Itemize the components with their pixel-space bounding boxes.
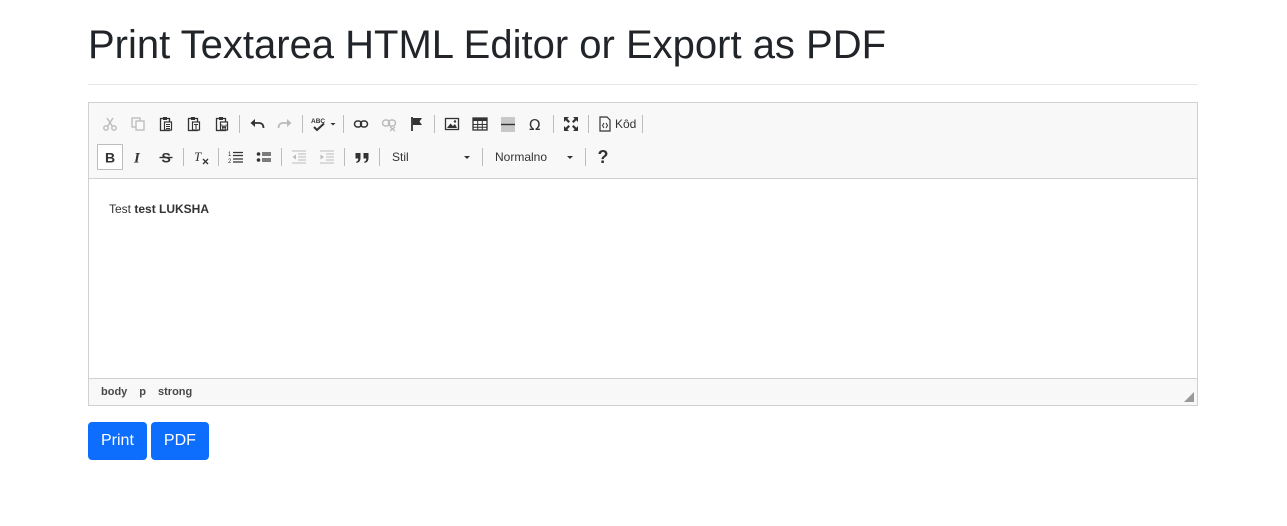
quote-icon xyxy=(355,153,369,163)
source-label: Kôd xyxy=(615,117,637,131)
italic-button[interactable]: I xyxy=(125,144,151,170)
toolbar-row-1: ABC Ω Kôd xyxy=(97,111,647,137)
paste-button[interactable] xyxy=(153,111,179,137)
indent-icon xyxy=(320,150,334,164)
toolbar-separator xyxy=(344,148,345,166)
italic-icon: I xyxy=(133,151,141,166)
path-item-strong[interactable]: strong xyxy=(158,386,192,398)
format-select[interactable]: Normalno xyxy=(487,146,579,168)
svg-text:1: 1 xyxy=(228,152,232,158)
unlink-icon xyxy=(381,119,397,132)
remove-format-button[interactable]: T xyxy=(188,144,214,170)
page: Print Textarea HTML Editor or Export as … xyxy=(88,0,1198,460)
blockquote-button[interactable] xyxy=(349,144,375,170)
toolbar-separator xyxy=(553,115,554,133)
image-icon xyxy=(444,117,460,131)
indent-button[interactable] xyxy=(314,144,340,170)
source-button[interactable]: Kôd xyxy=(593,111,640,137)
toolbar-separator xyxy=(434,115,435,133)
table-icon xyxy=(472,117,488,131)
special-char-button[interactable]: Ω xyxy=(523,111,549,137)
toolbar-separator xyxy=(585,148,586,166)
svg-text:2: 2 xyxy=(228,159,232,165)
paste-word-button[interactable] xyxy=(209,111,235,137)
html-editor: ABC Ω Kôd B I S T 1 2 Stil Normalno ? Te… xyxy=(88,102,1198,406)
toolbar-separator xyxy=(343,115,344,133)
maximize-icon xyxy=(564,117,578,131)
editor-toolbar: ABC Ω Kôd B I S T 1 2 Stil Normalno ? xyxy=(89,103,1197,179)
svg-text:I: I xyxy=(133,151,141,166)
toolbar-separator xyxy=(218,148,219,166)
toolbar-separator xyxy=(239,115,240,133)
strikethrough-icon: S xyxy=(159,150,173,165)
link-icon xyxy=(353,120,369,128)
table-button[interactable] xyxy=(467,111,493,137)
toolbar-separator xyxy=(302,115,303,133)
help-icon: ? xyxy=(597,146,609,167)
redo-icon xyxy=(277,119,292,129)
content-plain-text: Test xyxy=(109,202,135,216)
outdent-button[interactable] xyxy=(286,144,312,170)
clipboard-word-icon xyxy=(215,117,229,132)
help-button[interactable]: ? xyxy=(590,144,616,170)
spellcheck-button[interactable]: ABC xyxy=(307,111,341,137)
page-title: Print Textarea HTML Editor or Export as … xyxy=(88,0,1198,85)
chevron-down-icon xyxy=(567,155,573,159)
content-bold-text: test LUKSHA xyxy=(134,202,210,216)
chevron-down-icon xyxy=(464,155,470,159)
redo-button[interactable] xyxy=(272,111,298,137)
format-select-label: Normalno xyxy=(495,150,548,164)
resize-handle-icon[interactable] xyxy=(1184,392,1194,402)
flag-icon xyxy=(411,117,422,131)
copy-button[interactable] xyxy=(125,111,151,137)
outdent-icon xyxy=(292,150,306,164)
undo-button[interactable] xyxy=(244,111,270,137)
link-button[interactable] xyxy=(348,111,374,137)
numbered-list-icon: 12 xyxy=(228,151,243,165)
path-item-p[interactable]: p xyxy=(139,386,146,398)
paste-text-button[interactable] xyxy=(181,111,207,137)
toolbar-separator xyxy=(642,115,644,133)
copy-icon xyxy=(131,117,145,131)
horizontal-line-icon xyxy=(501,117,515,132)
toolbar-row-2: B I S T 12 Stil Normalno ? xyxy=(97,144,618,170)
strikethrough-button[interactable]: S xyxy=(153,144,179,170)
elements-path-bar: body p strong xyxy=(89,378,1197,405)
remove-format-icon: T xyxy=(194,149,209,165)
action-buttons: Print PDF xyxy=(88,422,213,460)
svg-text:Ω: Ω xyxy=(529,116,540,132)
spellcheck-icon: ABC xyxy=(311,118,325,132)
bold-button[interactable]: B xyxy=(97,144,123,170)
scissors-icon xyxy=(103,117,117,131)
toolbar-separator xyxy=(482,148,483,166)
svg-text:B: B xyxy=(105,150,115,166)
path-item-body[interactable]: body xyxy=(101,386,127,398)
cut-button[interactable] xyxy=(97,111,123,137)
print-button[interactable]: Print xyxy=(88,422,147,460)
omega-icon: Ω xyxy=(529,116,540,132)
unlink-button[interactable] xyxy=(376,111,402,137)
toolbar-separator xyxy=(281,148,282,166)
svg-text:T: T xyxy=(194,149,202,164)
bulleted-list-button[interactable] xyxy=(251,144,277,170)
toolbar-separator xyxy=(588,115,589,133)
bold-icon: B xyxy=(105,150,115,166)
numbered-list-button[interactable]: 12 xyxy=(223,144,249,170)
editor-content-area[interactable]: Test test LUKSHA xyxy=(89,179,1197,379)
style-select-label: Stil xyxy=(392,150,409,164)
clipboard-text-icon xyxy=(187,117,201,132)
horizontal-rule-button[interactable] xyxy=(495,111,521,137)
anchor-button[interactable] xyxy=(404,111,430,137)
image-button[interactable] xyxy=(439,111,465,137)
bulleted-list-icon xyxy=(256,152,271,162)
clipboard-icon xyxy=(159,117,173,132)
pdf-button[interactable]: PDF xyxy=(150,422,209,460)
maximize-button[interactable] xyxy=(558,111,584,137)
toolbar-separator xyxy=(183,148,184,166)
undo-icon xyxy=(250,119,265,129)
style-select[interactable]: Stil xyxy=(384,146,476,168)
chevron-down-icon xyxy=(330,123,336,126)
toolbar-separator xyxy=(379,148,380,166)
source-code-icon xyxy=(599,116,611,132)
